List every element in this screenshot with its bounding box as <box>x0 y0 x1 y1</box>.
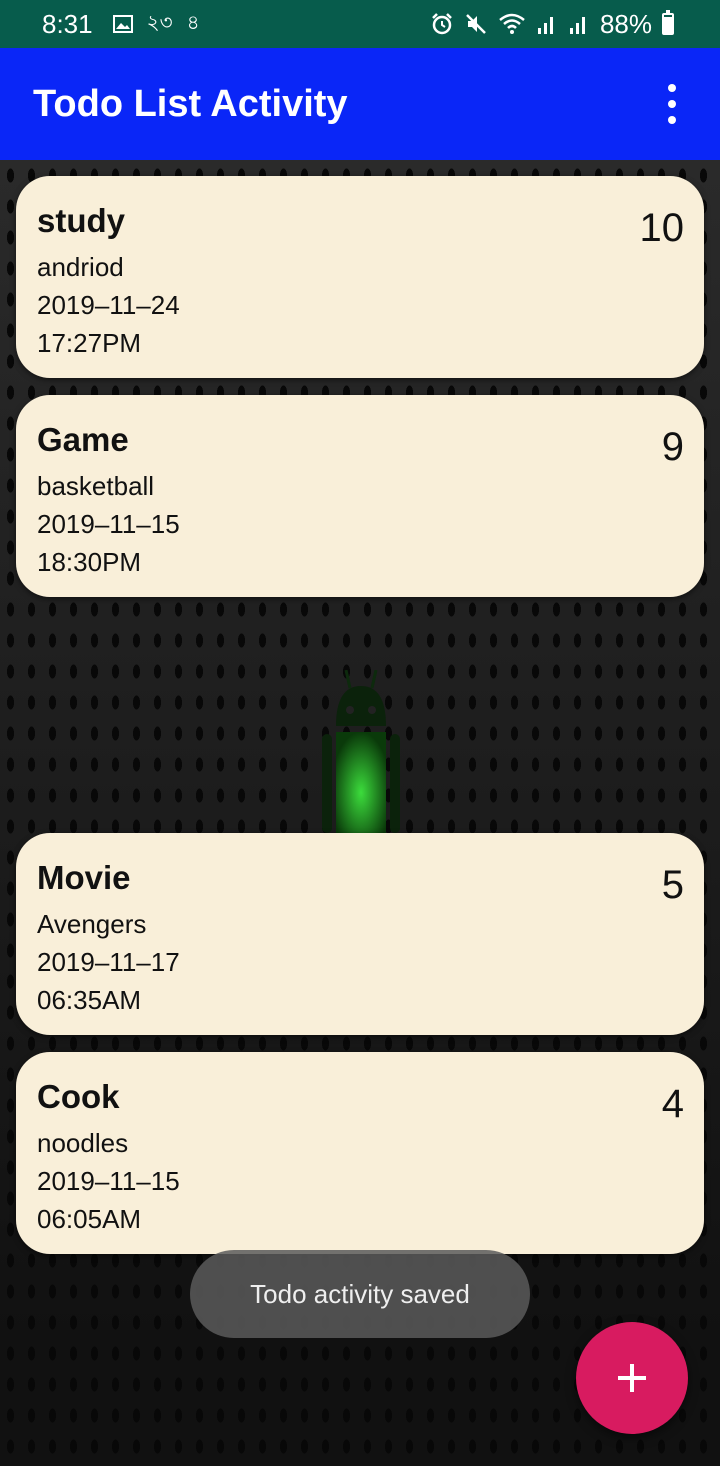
todo-title: study <box>37 202 126 239</box>
signal-icon <box>537 17 553 34</box>
todo-time: 18:30PM <box>37 547 142 577</box>
battery-percent: 88% <box>599 8 652 39</box>
todo-card[interactable]: Game basketball 2019–11–15 18:30PM 9 <box>16 395 704 597</box>
todo-detail: noodles <box>37 1128 129 1158</box>
image-icon <box>112 15 133 33</box>
alarm-icon <box>432 13 452 35</box>
status-bar: 8:31 ২৩ ৪ 88% <box>0 0 720 48</box>
todo-time: 06:35AM <box>37 985 142 1015</box>
battery-icon <box>662 10 674 35</box>
android-robot-icon <box>322 670 400 833</box>
todo-card[interactable]: Cook noodles 2019–11–15 06:05AM 4 <box>16 1052 704 1254</box>
todo-date: 2019–11–17 <box>37 947 180 977</box>
todo-card[interactable]: Movie Avengers 2019–11–17 06:35AM 5 <box>16 833 704 1035</box>
todo-card[interactable]: study andriod 2019–11–24 17:27PM 10 <box>16 176 704 378</box>
todo-detail: Avengers <box>37 909 147 939</box>
todo-priority: 9 <box>661 425 684 469</box>
todo-title: Movie <box>37 859 131 896</box>
toast-message: Todo activity saved <box>190 1250 530 1338</box>
todo-time: 17:27PM <box>37 328 142 358</box>
todo-title: Cook <box>37 1078 120 1115</box>
notification-icon: ৪ <box>186 11 200 34</box>
todo-priority: 5 <box>661 863 684 907</box>
add-icon <box>618 1364 646 1392</box>
todo-title: Game <box>37 421 129 458</box>
todo-date: 2019–11–15 <box>37 1166 180 1196</box>
todo-detail: andriod <box>37 252 124 282</box>
more-vert-icon[interactable] <box>660 84 684 124</box>
todo-date: 2019–11–24 <box>37 290 180 320</box>
todo-time: 06:05AM <box>37 1204 142 1234</box>
todo-detail: basketball <box>37 471 155 501</box>
todo-date: 2019–11–15 <box>37 509 180 539</box>
todo-priority: 10 <box>639 206 685 250</box>
notification-icon: ২৩ <box>146 11 173 34</box>
status-time: 8:31 <box>42 8 93 39</box>
mute-icon <box>466 14 486 34</box>
app-bar: Todo List Activity <box>0 48 720 160</box>
signal-icon <box>569 17 585 34</box>
todo-priority: 4 <box>661 1082 684 1126</box>
page-title: Todo List Activity <box>33 82 348 125</box>
wifi-icon <box>499 13 525 34</box>
add-todo-button[interactable] <box>576 1322 688 1434</box>
